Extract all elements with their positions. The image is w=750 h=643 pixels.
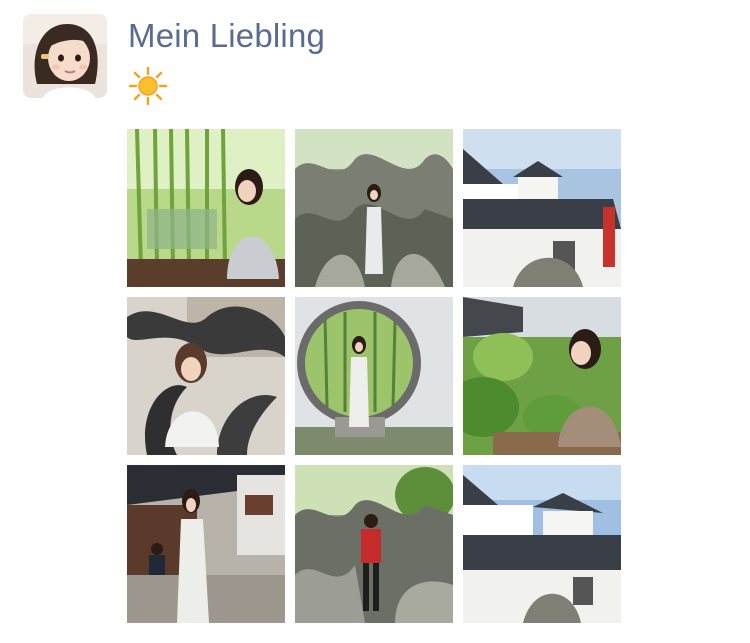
photo-3-white-wall-roof[interactable]	[463, 129, 621, 287]
photo-7-pavilion-courtyard[interactable]	[127, 465, 285, 623]
moments-post: Mein Liebling ☀️	[0, 0, 750, 643]
photo-2-rockery-garden[interactable]	[295, 129, 453, 287]
author-name[interactable]: Mein Liebling	[128, 14, 325, 58]
photo-grid	[127, 129, 621, 623]
post-text: ☀️	[128, 66, 168, 106]
girl-portrait-icon	[23, 14, 107, 98]
photo-1-bamboo-forest[interactable]	[127, 129, 285, 287]
photo-4-dark-rock-sculpture[interactable]	[127, 297, 285, 455]
photo-8-rockery-red-shirt[interactable]	[295, 465, 453, 623]
sun-icon	[128, 66, 168, 106]
photo-6-garden-greenery[interactable]	[463, 297, 621, 455]
avatar[interactable]	[23, 14, 107, 98]
photo-5-moon-gate[interactable]	[295, 297, 453, 455]
photo-9-white-wall-roof-2[interactable]	[463, 465, 621, 623]
